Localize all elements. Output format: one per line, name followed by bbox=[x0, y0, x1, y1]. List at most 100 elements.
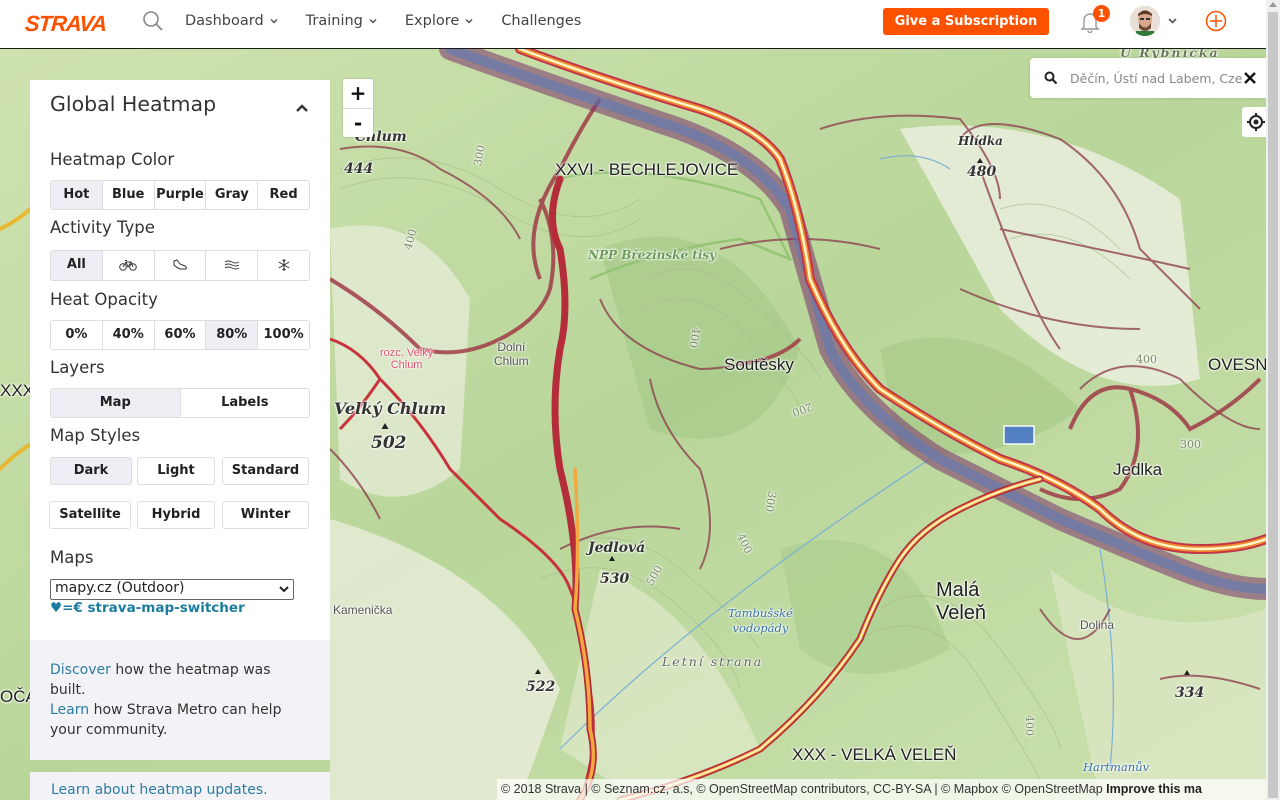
learn-metro-link[interactable]: Learn bbox=[50, 702, 89, 718]
layer-option-labels[interactable]: Labels bbox=[179, 389, 310, 417]
style-option-satellite[interactable]: Satellite bbox=[49, 501, 131, 529]
activity-type-selector: All bbox=[50, 250, 310, 281]
discover-link[interactable]: Discover bbox=[50, 662, 111, 678]
heatmap-color-label: Heatmap Color bbox=[50, 150, 175, 169]
map-switcher-link[interactable]: ♥=€ strava-map-switcher bbox=[50, 600, 245, 616]
heatmap-updates-link[interactable]: Learn about heatmap updates. bbox=[51, 782, 268, 798]
map-label-velen: Veleň bbox=[936, 602, 987, 624]
strava-logo[interactable]: STRAVA bbox=[24, 11, 107, 37]
locate-me-button[interactable] bbox=[1242, 107, 1266, 137]
activity-type-label: Activity Type bbox=[50, 218, 155, 237]
map-label-chlum-elevation: 444 bbox=[344, 161, 374, 177]
map-styles-label: Map Styles bbox=[50, 426, 141, 445]
page-scrollbar[interactable] bbox=[1266, 0, 1280, 800]
map-label-velka-velen: XXX - VELKÁ VELEŇ bbox=[792, 745, 957, 764]
map-label-jedlova-elevation: 530 bbox=[600, 571, 630, 587]
opacity-option-80[interactable]: 80% bbox=[205, 321, 258, 349]
map-provider-selected: mapy.cz (Outdoor) bbox=[55, 580, 185, 596]
info-box: Discover how the heatmap was built. Lear… bbox=[30, 640, 330, 760]
opacity-option-40[interactable]: 40% bbox=[101, 321, 154, 349]
map-label-peak-334: 334 bbox=[1175, 685, 1205, 701]
nav-explore[interactable]: Explore bbox=[405, 13, 473, 29]
opacity-option-100[interactable]: 100% bbox=[257, 321, 309, 349]
nav-challenges[interactable]: Challenges bbox=[501, 13, 581, 29]
nav-dashboard-label: Dashboard bbox=[185, 13, 264, 29]
nav-explore-label: Explore bbox=[404, 13, 460, 29]
layer-option-map[interactable]: Map bbox=[51, 389, 180, 417]
give-subscription-button[interactable]: Give a Subscription bbox=[883, 8, 1049, 35]
attribution-text: © 2018 Strava | © Seznam.cz, a.s, © Open… bbox=[501, 782, 1103, 796]
color-option-purple[interactable]: Purple bbox=[153, 181, 206, 209]
heatmap-control-panel: Global Heatmap Heatmap Color Hot Blue Pu… bbox=[30, 80, 330, 640]
map-label-left-xxx: XXX bbox=[0, 381, 35, 400]
map-label-mala-velen: Malá Veleň bbox=[936, 579, 986, 625]
scroll-thumb[interactable] bbox=[1268, 12, 1278, 798]
zoom-out-button[interactable]: - bbox=[343, 108, 373, 137]
avatar[interactable] bbox=[1130, 6, 1160, 36]
map-label-letni-strana: Letní strana bbox=[662, 654, 764, 669]
chevron-down-icon[interactable] bbox=[1168, 17, 1177, 25]
improve-map-link[interactable]: Improve this ma bbox=[1106, 782, 1202, 796]
style-option-light[interactable]: Light bbox=[137, 457, 215, 485]
style-option-dark[interactable]: Dark bbox=[50, 457, 132, 485]
opacity-option-0[interactable]: 0% bbox=[51, 321, 102, 349]
map-location-search bbox=[1030, 58, 1266, 98]
map-label-hartmanuv: Hartmanův bbox=[1083, 760, 1150, 774]
heatmap-color-selector: Hot Blue Purple Gray Red bbox=[50, 180, 310, 210]
snowflake-icon bbox=[278, 258, 290, 271]
nav-dashboard[interactable]: Dashboard bbox=[185, 13, 278, 29]
contour-label: 400 bbox=[1023, 715, 1036, 736]
style-option-standard[interactable]: Standard bbox=[222, 457, 309, 485]
activity-option-ride[interactable] bbox=[101, 251, 154, 280]
layers-label: Layers bbox=[50, 358, 105, 377]
map-label-waterfalls-2: vodopády bbox=[732, 621, 789, 635]
style-option-winter[interactable]: Winter bbox=[222, 501, 309, 529]
location-search-input[interactable] bbox=[1070, 68, 1242, 88]
top-nav-bar: STRAVA Dashboard Training Explore Challe… bbox=[0, 0, 1266, 49]
activity-option-run[interactable] bbox=[153, 251, 206, 280]
map-label-rozc-velky-chlum: rozc. Velký Chlum bbox=[380, 347, 433, 371]
chevron-down-icon bbox=[270, 18, 278, 24]
map-label-soutesky: Soutěsky bbox=[724, 355, 794, 374]
map-label-velky-chlum: Velký Chlum bbox=[334, 399, 447, 418]
scroll-up-arrow[interactable] bbox=[1269, 2, 1277, 7]
map-label-velky-chlum-elevation: 502 bbox=[371, 433, 407, 453]
activity-option-winter[interactable] bbox=[257, 251, 309, 280]
add-plus-icon[interactable] bbox=[1205, 10, 1227, 32]
zoom-controls: + - bbox=[343, 79, 373, 137]
map-label-kamenicka: Kamenička bbox=[333, 603, 393, 617]
maps-label: Maps bbox=[50, 548, 94, 567]
color-option-red[interactable]: Red bbox=[257, 181, 309, 209]
opacity-option-60[interactable]: 60% bbox=[153, 321, 206, 349]
nav-training-label: Training bbox=[305, 13, 363, 29]
shoe-icon bbox=[173, 258, 187, 269]
nav-training[interactable]: Training bbox=[306, 13, 377, 29]
chevron-down-icon bbox=[279, 586, 289, 593]
map-label-ovesna: OVESN bbox=[1208, 355, 1266, 374]
avatar-image bbox=[1130, 6, 1160, 36]
map-label-hlidka-elevation: 480 bbox=[967, 164, 997, 180]
style-option-hybrid[interactable]: Hybrid bbox=[137, 501, 215, 529]
bike-icon bbox=[119, 259, 137, 271]
contour-label: 400 bbox=[1136, 353, 1157, 366]
map-label-chlum-2: Chlum bbox=[494, 354, 529, 368]
clear-search-icon[interactable] bbox=[1242, 70, 1258, 86]
color-option-blue[interactable]: Blue bbox=[101, 181, 154, 209]
search-icon[interactable] bbox=[142, 10, 164, 32]
layers-selector: Map Labels bbox=[50, 388, 310, 418]
color-option-hot[interactable]: Hot bbox=[51, 181, 102, 209]
color-option-gray[interactable]: Gray bbox=[205, 181, 257, 209]
activity-option-all[interactable]: All bbox=[51, 251, 102, 280]
water-icon bbox=[224, 260, 240, 269]
map-label-tambusske-vodopady: Tambušské vodopády bbox=[728, 606, 793, 636]
activity-option-water[interactable] bbox=[205, 251, 257, 280]
contour-label: 300 bbox=[1180, 438, 1201, 451]
panel-title: Global Heatmap bbox=[50, 92, 217, 116]
chevron-up-icon[interactable] bbox=[295, 103, 309, 113]
map-label-jedlka: Jedlka bbox=[1113, 460, 1163, 479]
map-provider-select[interactable]: mapy.cz (Outdoor) bbox=[50, 579, 294, 600]
zoom-in-button[interactable]: + bbox=[343, 79, 373, 108]
map-label-peak-522: 522 bbox=[526, 679, 556, 695]
map-label-rozc-2: Chlum bbox=[390, 359, 423, 371]
map-label-dolina: Dolina bbox=[1080, 618, 1115, 632]
